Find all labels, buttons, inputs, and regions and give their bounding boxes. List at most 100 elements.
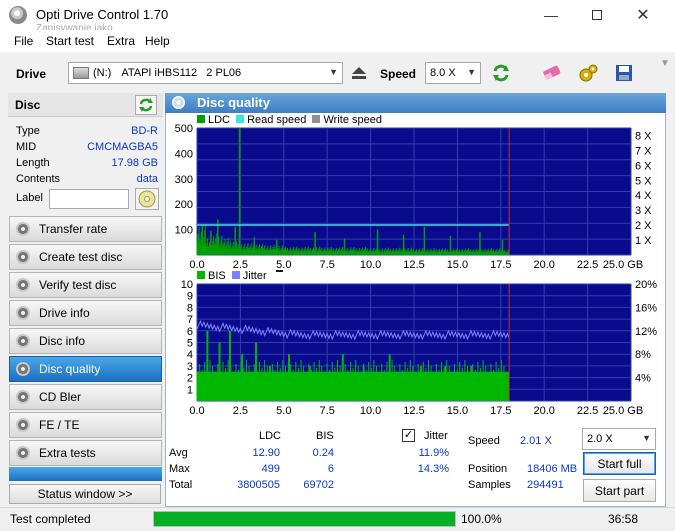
stats-jitter-value: 11.9%: [418, 447, 449, 459]
stats-ldc-value: 12.90: [252, 447, 280, 459]
refresh-icon: [493, 64, 509, 82]
menu-start-test[interactable]: Start test: [46, 34, 94, 48]
x-tick-label: 2.5: [233, 405, 248, 417]
erase-button[interactable]: [538, 60, 566, 86]
stats-bis-value: 69702: [303, 479, 334, 491]
scroll-hint: ▼: [660, 58, 670, 69]
y2-tick-label: 4 X: [635, 190, 652, 202]
stats-row-label: Max: [169, 463, 190, 475]
y-tick-label: 10: [181, 279, 193, 291]
minimize-icon[interactable]: —: [529, 0, 573, 30]
elapsed-time: 36:58: [608, 512, 639, 526]
nav-item-fe-te[interactable]: FE / TE: [9, 412, 162, 438]
status-window-button[interactable]: Status window >>: [9, 484, 161, 504]
y-tick-label: 400: [175, 148, 193, 160]
stats-jitter-value: 14.3%: [417, 463, 449, 475]
nav-item-label: CD Bler: [39, 390, 82, 404]
nav-item-disc-quality[interactable]: Disc quality: [9, 356, 162, 382]
start-full-button[interactable]: Start full: [583, 452, 656, 475]
x-tick-label: 20.0: [533, 405, 554, 417]
disc-refresh-button[interactable]: [135, 95, 157, 115]
position-value: 18406 MB: [527, 463, 578, 475]
y2-tick-label: 7 X: [635, 145, 652, 157]
progress-text: 100.0%: [461, 512, 502, 526]
test-speed-value: 2.0 X: [587, 433, 613, 445]
speed-select[interactable]: 8.0 X ▼: [425, 62, 481, 84]
close-icon[interactable]: ✕: [621, 0, 665, 30]
drive-name: ATAPI iHBS112 2 PL06: [121, 67, 242, 79]
nav-item-extra-tests[interactable]: Extra tests: [9, 440, 162, 466]
disc-info-value: data: [136, 173, 158, 185]
drive-select[interactable]: (N:) ATAPI iHBS112 2 PL06 ▼: [68, 62, 343, 84]
stats-bis-value: 6: [327, 463, 334, 475]
menu-extra[interactable]: Extra: [107, 34, 135, 48]
disc-info-value: CMCMAGBA5: [87, 141, 158, 153]
bis-jitter-chart: 0.0 2.5 5.0 7.5 10.0 12.5 15.0 17.5 20.0 22.5 25.0…: [181, 279, 657, 417]
disc-info-key: MID: [16, 141, 37, 153]
nav-item-verify-test-disc[interactable]: Verify test disc: [9, 272, 162, 298]
samples-value: 294491: [527, 479, 564, 491]
refresh-icon: [139, 98, 153, 112]
drive-label: Drive: [16, 67, 47, 81]
save-button[interactable]: [610, 60, 638, 86]
nav-item-transfer-rate[interactable]: Transfer rate: [9, 216, 162, 242]
nav-item-create-test-disc[interactable]: Create test disc: [9, 244, 162, 270]
nav-item-label: Drive info: [39, 306, 90, 320]
nav-item-label: Extra tests: [39, 446, 96, 460]
chevron-down-icon: ▼: [642, 433, 651, 443]
y2-tick-label: 5 X: [635, 175, 652, 187]
progress-fill: [154, 512, 455, 526]
y-tick-label: 100: [175, 225, 193, 237]
disc-panel-header: Disc: [8, 93, 163, 117]
stats-row-label: Avg: [169, 447, 188, 459]
eraser-icon: [543, 65, 561, 81]
disc-info-key: Contents: [16, 173, 61, 185]
disc-quality-icon: [172, 96, 185, 109]
panel-title: Disc quality: [197, 95, 270, 110]
floppy-save-icon: [616, 65, 632, 81]
stats-bis-value: 0.24: [312, 447, 334, 459]
disc-info-key: Length: [16, 157, 50, 169]
disc-nav-icon: [16, 418, 30, 432]
y2-tick-label: 3 X: [635, 205, 652, 217]
ldc-chart: 0.0 2.5 5.0 7.5 10.0 12.5 15.0 17.5 20.0 22.5 25.0…: [175, 123, 653, 271]
test-speed-select[interactable]: 2.0 X ▼: [582, 428, 656, 450]
y-tick-label: 200: [175, 199, 193, 211]
eject-icon: [352, 67, 366, 79]
y2-tick-label: 16%: [635, 302, 657, 314]
speed-label: Speed: [380, 67, 417, 81]
chevron-down-icon: ▼: [329, 67, 338, 77]
label-disc-button[interactable]: [135, 188, 159, 210]
eject-button[interactable]: [345, 60, 373, 86]
settings-button[interactable]: [575, 60, 603, 86]
y-tick-label: 1: [187, 384, 193, 396]
nav-item-drive-info[interactable]: Drive info: [9, 300, 162, 326]
x-tick-label: 17.5: [490, 405, 511, 417]
disc-info-value: BD-R: [131, 125, 158, 137]
speed-select-value: 8.0 X: [430, 67, 456, 79]
y-tick-label: 3: [187, 361, 193, 373]
nav-item-label: Transfer rate: [39, 222, 108, 236]
x-tick-label: 7.5: [320, 405, 335, 417]
label-input[interactable]: [49, 189, 129, 209]
label-key: Label: [16, 192, 43, 204]
y2-tick-label: 6 X: [635, 160, 652, 172]
y2-tick-label: 20%: [635, 279, 657, 291]
menu-help[interactable]: Help: [145, 34, 170, 48]
nav-item-label: Disc quality: [39, 362, 101, 376]
jitter-checkbox[interactable]: ✓: [402, 429, 415, 442]
panel-header: Disc quality: [165, 93, 666, 113]
nav-item-disc-info[interactable]: Disc info: [9, 328, 162, 354]
menu-bar: File Start test Extra Help: [0, 30, 675, 52]
status-text: Test completed: [10, 512, 91, 526]
y-tick-label: 5: [187, 338, 193, 350]
maximize-icon[interactable]: [575, 0, 619, 30]
menu-file[interactable]: File: [14, 34, 33, 48]
start-part-button[interactable]: Start part: [583, 479, 656, 502]
y2-tick-label: 2 X: [635, 220, 652, 232]
refresh-button[interactable]: [487, 60, 515, 86]
stats-ldc-value: 3800505: [237, 479, 280, 491]
nav-item-cd-bler[interactable]: CD Bler: [9, 384, 162, 410]
window-subtitle-ghost: Zapisywanie jako: [36, 23, 113, 30]
stats-row-label: Total: [169, 479, 193, 491]
